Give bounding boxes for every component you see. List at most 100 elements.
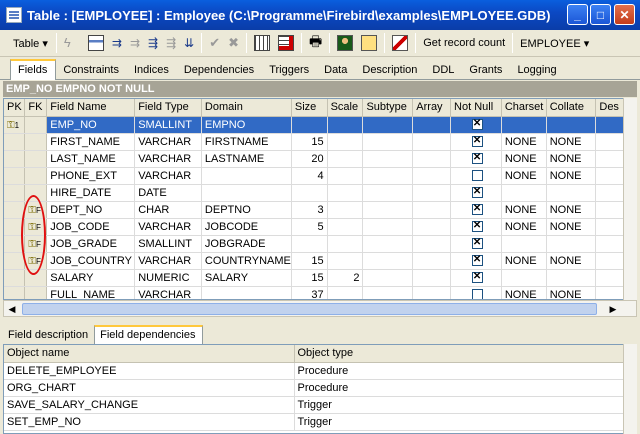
charset-cell[interactable]: NONE [501, 133, 547, 151]
field-type-cell[interactable]: VARCHAR [134, 218, 202, 236]
col-header-fk[interactable]: FK [24, 99, 48, 117]
title-bar[interactable]: Table : [EMPLOYEE] : Employee (C:\Progra… [0, 0, 640, 30]
not-null-cell[interactable] [450, 116, 502, 134]
col-header-domain[interactable]: Domain [201, 99, 292, 117]
col-header-not-null[interactable]: Not Null [450, 99, 502, 117]
collate-cell[interactable] [546, 235, 597, 253]
tab-description[interactable]: Description [355, 61, 425, 79]
grant-button[interactable] [357, 32, 381, 54]
object-type-cell[interactable]: Procedure [294, 379, 625, 397]
object-name-cell[interactable]: ORG_CHART [4, 379, 295, 397]
not-null-checkbox[interactable] [471, 254, 483, 267]
scale-cell[interactable]: 2 [327, 269, 364, 287]
col-header-array[interactable]: Array [412, 99, 452, 117]
field-type-cell[interactable]: VARCHAR [134, 252, 202, 270]
size-cell[interactable] [291, 116, 328, 134]
tab-fields[interactable]: Fields [10, 59, 57, 80]
not-null-checkbox[interactable] [471, 237, 483, 250]
not-null-checkbox[interactable] [471, 186, 483, 199]
scale-cell[interactable] [327, 167, 364, 185]
field-name-cell[interactable]: EMP_NO [46, 116, 136, 134]
table-props-button[interactable] [84, 32, 108, 54]
subtype-cell[interactable] [362, 184, 414, 202]
print-button[interactable]: 🖶 [305, 32, 326, 54]
fk-cell[interactable] [24, 286, 48, 299]
pk-cell[interactable] [4, 286, 26, 299]
table-row[interactable]: FULL_NAME VARCHAR 37 NONE NONE [4, 286, 636, 299]
object-type-cell[interactable]: Procedure [294, 362, 625, 380]
collate-cell[interactable] [546, 269, 597, 287]
scale-cell[interactable] [327, 116, 364, 134]
charset-cell[interactable]: NONE [501, 286, 547, 299]
domain-cell[interactable]: JOBGRADE [201, 235, 292, 253]
pk-cell[interactable] [4, 269, 26, 287]
collate-cell[interactable] [546, 116, 597, 134]
object-type-cell[interactable]: Trigger [294, 413, 625, 431]
collate-cell[interactable]: NONE [546, 201, 597, 219]
tab-field-description[interactable]: Field description [3, 327, 94, 344]
field-type-cell[interactable]: NUMERIC [134, 269, 202, 287]
charset-cell[interactable]: NONE [501, 252, 547, 270]
table-row[interactable]: ⚿1 EMP_NO SMALLINT EMPNO [4, 116, 636, 134]
domain-cell[interactable] [201, 167, 292, 185]
charset-cell[interactable] [501, 235, 547, 253]
table-select[interactable]: EMPLOYEE ▾ [516, 32, 593, 54]
field-name-cell[interactable]: SALARY [46, 269, 136, 287]
array-cell[interactable] [412, 269, 452, 287]
table-row[interactable]: ORG_CHART Procedure [4, 379, 625, 397]
array-cell[interactable] [412, 286, 452, 299]
field-type-cell[interactable]: SMALLINT [134, 235, 202, 253]
not-null-checkbox[interactable] [471, 170, 483, 182]
table-row[interactable]: PHONE_EXT VARCHAR 4 NONE NONE [4, 167, 636, 185]
domain-cell[interactable]: SALARY [201, 269, 292, 287]
domain-cell[interactable]: COUNTRYNAME [201, 252, 292, 270]
collate-cell[interactable]: NONE [546, 286, 597, 299]
pk-cell[interactable] [4, 184, 26, 202]
table-row[interactable]: ⚿FJOB_CODEVARCHARJOBCODE5NONENONE [4, 218, 636, 236]
table-row[interactable]: ⚿F JOB_GRADE SMALLINT JOBGRADE [4, 235, 636, 253]
not-null-cell[interactable] [450, 286, 502, 299]
array-cell[interactable] [412, 184, 452, 202]
field-name-cell[interactable]: JOB_GRADE [46, 235, 136, 253]
size-cell[interactable]: 4 [291, 167, 328, 185]
table-row[interactable]: HIRE_DATE DATE [4, 184, 636, 202]
charset-cell[interactable] [501, 269, 547, 287]
size-cell[interactable]: 15 [291, 252, 328, 270]
size-cell[interactable]: 15 [291, 133, 328, 151]
edit-button[interactable] [388, 32, 412, 54]
charset-cell[interactable] [501, 116, 547, 134]
charset-cell[interactable]: NONE [501, 218, 547, 236]
not-null-checkbox[interactable] [471, 220, 483, 233]
table-row[interactable]: ⚿FDEPT_NOCHARDEPTNO3NONENONE [4, 201, 636, 219]
col-header-object-name[interactable]: Object name [4, 345, 295, 363]
not-null-checkbox[interactable] [471, 118, 483, 131]
field-type-cell[interactable]: VARCHAR [134, 167, 202, 185]
drop-field-button[interactable]: ⇶ [162, 32, 180, 54]
charset-cell[interactable]: NONE [501, 167, 547, 185]
col-header-charset[interactable]: Charset [501, 99, 547, 117]
col-header-subtype[interactable]: Subtype [362, 99, 414, 117]
field-type-cell[interactable]: SMALLINT [134, 116, 202, 134]
array-cell[interactable] [412, 116, 452, 134]
tab-data[interactable]: Data [317, 61, 355, 79]
commit-button[interactable]: ✔ [205, 32, 224, 54]
collate-cell[interactable] [546, 184, 597, 202]
array-cell[interactable] [412, 252, 452, 270]
field-name-cell[interactable]: DEPT_NO [46, 201, 136, 219]
not-null-cell[interactable] [450, 150, 502, 168]
table-row[interactable]: SET_EMP_NO Trigger [4, 413, 625, 431]
size-cell[interactable]: 3 [291, 201, 328, 219]
grid-button[interactable] [250, 32, 274, 54]
fields-grid[interactable]: PK FK Field Name Field Type Domain Size … [3, 98, 637, 300]
close-button[interactable]: ✕ [614, 4, 635, 25]
not-null-cell[interactable] [450, 184, 502, 202]
table-row[interactable]: LAST_NAMEVARCHARLASTNAME20 NONENONE [4, 150, 636, 168]
subtype-cell[interactable] [362, 201, 414, 219]
scroll-right-icon[interactable]: ▶ [606, 302, 620, 316]
not-null-checkbox[interactable] [471, 289, 483, 299]
object-name-cell[interactable]: DELETE_EMPLOYEE [4, 362, 295, 380]
field-down-button[interactable]: ⇊ [180, 32, 198, 54]
size-cell[interactable]: 5 [291, 218, 328, 236]
domain-cell[interactable] [201, 286, 292, 299]
charset-cell[interactable]: NONE [501, 201, 547, 219]
